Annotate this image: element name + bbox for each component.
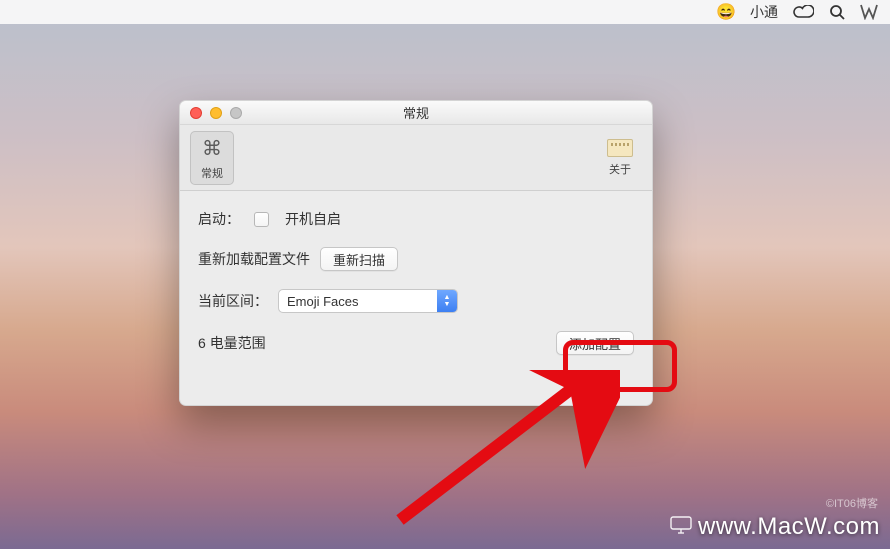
menubar: 😄 小通 (0, 0, 890, 24)
row-footer: 6 电量范围 添加配置 (198, 331, 634, 355)
select-arrows-icon: ▲▼ (437, 290, 457, 312)
tab-general[interactable]: ⌘ 常规 (190, 131, 234, 185)
watermark: www.MacW.com (670, 513, 880, 541)
titlebar: 常规 (180, 101, 652, 125)
preferences-window: 常规 ⌘ 常规 关于 启动： 开机自启 重新加载配置文件 重新扫描 当前区间： (179, 100, 653, 406)
tab-general-label: 常规 (201, 165, 223, 181)
reload-label: 重新加载配置文件 (198, 249, 310, 269)
card-icon (607, 139, 633, 157)
row-range: 当前区间： Emoji Faces ▲▼ (198, 289, 634, 313)
battery-info: 6 电量范围 (198, 333, 266, 353)
range-select[interactable]: Emoji Faces ▲▼ (278, 289, 458, 313)
battery-label: 电量范围 (210, 335, 266, 351)
launch-label: 启动： (198, 209, 244, 229)
creative-cloud-icon[interactable] (792, 5, 814, 19)
tab-about-label: 关于 (609, 161, 631, 177)
window-title: 常规 (180, 103, 652, 122)
autostart-label: 开机自启 (285, 209, 341, 229)
range-label: 当前区间： (198, 291, 268, 311)
content-area: 启动： 开机自启 重新加载配置文件 重新扫描 当前区间： Emoji Faces… (180, 191, 652, 367)
watermark-text: www.MacW.com (698, 513, 880, 541)
range-select-value: Emoji Faces (279, 294, 437, 309)
monitor-icon (670, 516, 692, 539)
menubar-user[interactable]: 小通 (750, 2, 778, 22)
toolbar: ⌘ 常规 关于 (180, 125, 652, 191)
emoji-status-icon[interactable]: 😄 (716, 2, 736, 22)
row-reload: 重新加载配置文件 重新扫描 (198, 247, 634, 271)
autostart-checkbox[interactable] (254, 212, 269, 227)
command-icon: ⌘ (199, 135, 225, 161)
rescan-button[interactable]: 重新扫描 (320, 247, 398, 271)
add-config-button[interactable]: 添加配置 (556, 331, 634, 355)
battery-count: 6 (198, 335, 206, 351)
spotlight-icon[interactable] (828, 3, 846, 21)
attribution-text: ©IT06博客 (826, 495, 878, 511)
wps-icon[interactable] (860, 4, 878, 20)
tab-about[interactable]: 关于 (598, 131, 642, 185)
row-launch: 启动： 开机自启 (198, 209, 634, 229)
